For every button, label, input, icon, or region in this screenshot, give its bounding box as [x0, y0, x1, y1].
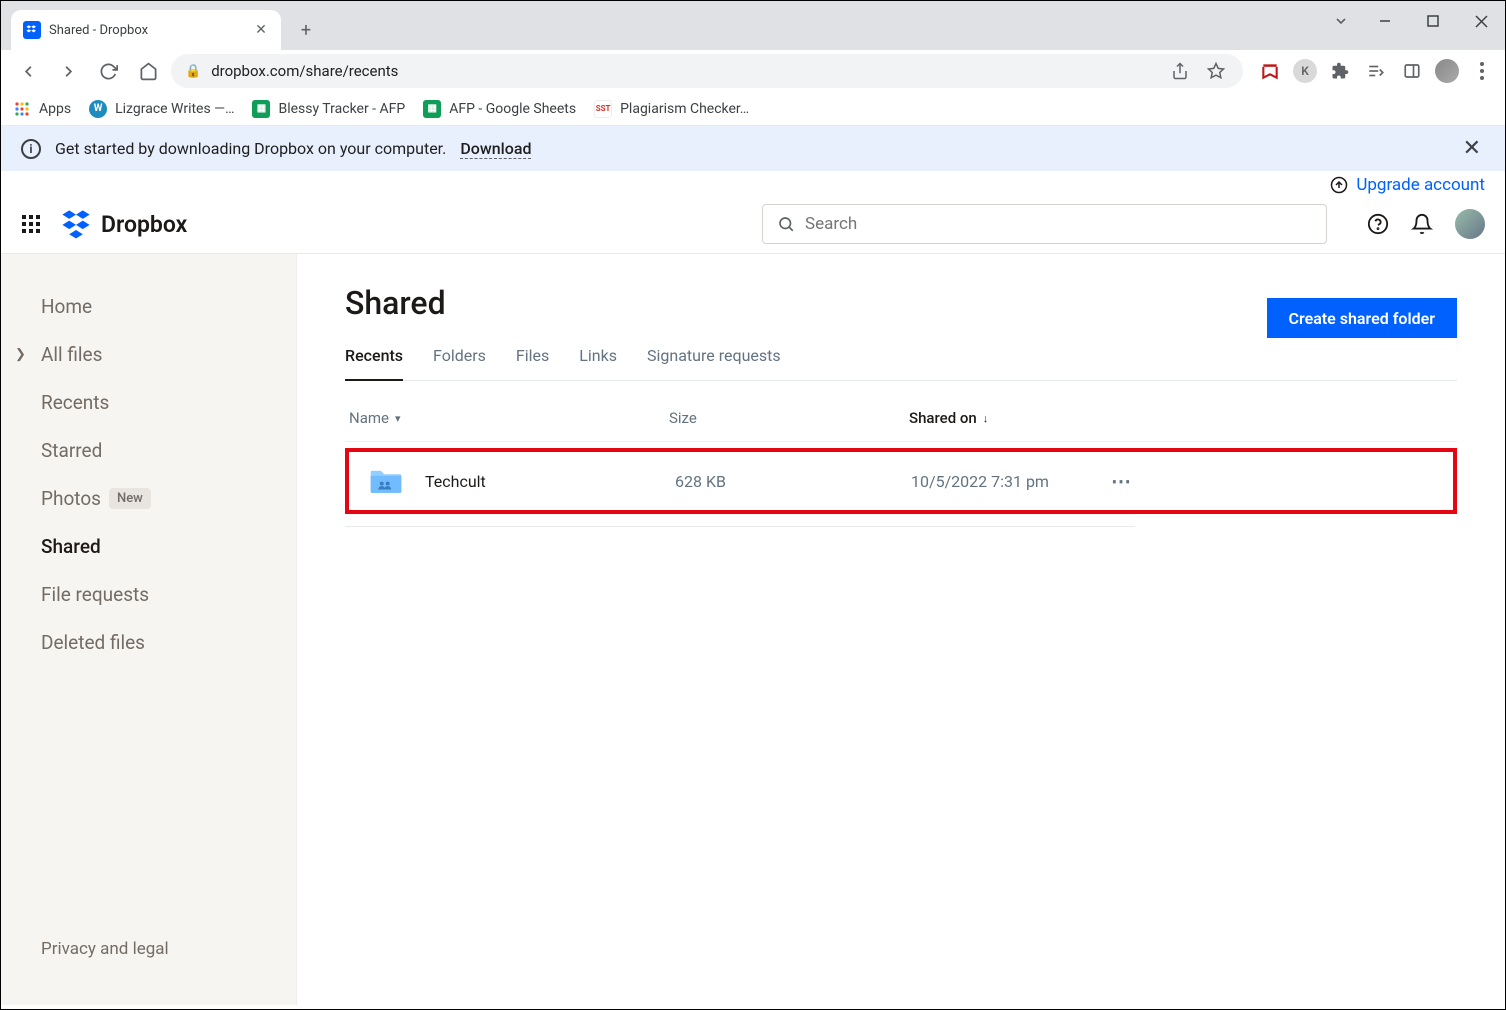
maximize-button[interactable] [1409, 1, 1457, 41]
browser-tab[interactable]: Shared - Dropbox ✕ [11, 10, 281, 50]
dropbox-logo[interactable]: Dropbox [59, 207, 187, 241]
column-shared-on[interactable]: Shared on↓ [909, 409, 1129, 427]
url-text: dropbox.com/share/recents [211, 62, 1157, 80]
table-row[interactable]: Techcult 628 KB 10/5/2022 7:31 pm ⋯ [351, 454, 1451, 508]
sidebar-item-photos[interactable]: PhotosNew [1, 474, 296, 522]
column-size[interactable]: Size [669, 409, 909, 427]
k-profile-icon[interactable]: K [1293, 59, 1317, 83]
app-header: Dropbox [1, 195, 1505, 253]
help-icon[interactable] [1367, 213, 1389, 235]
back-button[interactable] [11, 54, 45, 88]
download-banner: i Get started by downloading Dropbox on … [1, 126, 1505, 171]
sidebar-item-recents[interactable]: Recents [1, 378, 296, 426]
app-grid-icon[interactable] [21, 214, 41, 234]
dropbox-favicon [23, 21, 41, 39]
tab-recents[interactable]: Recents [345, 346, 403, 381]
reading-list-icon[interactable] [1363, 58, 1389, 84]
sheets-icon: ▦ [252, 100, 270, 118]
tab-files[interactable]: Files [516, 346, 549, 380]
banner-text: Get started by downloading Dropbox on yo… [55, 139, 446, 158]
reload-button[interactable] [91, 54, 125, 88]
home-button[interactable] [131, 54, 165, 88]
row-shared-on: 10/5/2022 7:31 pm [911, 472, 1111, 491]
download-link[interactable]: Download [460, 139, 531, 159]
row-more-icon[interactable]: ⋯ [1111, 469, 1151, 493]
search-input[interactable] [805, 214, 1312, 234]
brand-text: Dropbox [101, 211, 187, 238]
row-name: Techcult [425, 472, 486, 491]
url-input[interactable]: 🔒 dropbox.com/share/recents [171, 54, 1243, 88]
new-badge: New [109, 488, 151, 509]
bookmark-apps[interactable]: Apps [13, 100, 71, 118]
sidebar-item-all-files[interactable]: ❯All files [1, 330, 296, 378]
dropbox-icon [59, 207, 93, 241]
apps-grid-icon [13, 100, 31, 118]
main-content: Shared Create shared folder Recents Fold… [297, 254, 1505, 1005]
share-icon[interactable] [1167, 58, 1193, 84]
tab-search-icon[interactable] [1321, 1, 1361, 41]
wordpress-icon: W [89, 100, 107, 118]
sidebar-item-deleted-files[interactable]: Deleted files [1, 618, 296, 666]
chrome-menu-icon[interactable] [1469, 58, 1495, 84]
mcafee-icon[interactable] [1257, 58, 1283, 84]
sidebar-item-starred[interactable]: Starred [1, 426, 296, 474]
row-size: 628 KB [671, 472, 911, 491]
user-avatar[interactable] [1455, 209, 1485, 239]
info-icon: i [21, 139, 41, 159]
browser-tab-strip: Shared - Dropbox ✕ + [1, 1, 1505, 50]
sheets-icon: ▦ [423, 100, 441, 118]
upgrade-icon [1330, 176, 1348, 194]
address-bar: 🔒 dropbox.com/share/recents K [1, 50, 1505, 92]
search-box[interactable] [762, 204, 1327, 244]
star-icon[interactable] [1203, 58, 1229, 84]
sidebar-item-file-requests[interactable]: File requests [1, 570, 296, 618]
content-tabs: Recents Folders Files Links Signature re… [345, 346, 1457, 381]
extensions-icon[interactable] [1327, 58, 1353, 84]
bookmark-plagiarism[interactable]: SST Plagiarism Checker… [594, 100, 749, 118]
lock-icon: 🔒 [185, 64, 201, 79]
sidebar-item-shared[interactable]: Shared [1, 522, 296, 570]
sort-down-icon: ▾ [395, 412, 401, 425]
tab-title: Shared - Dropbox [49, 23, 245, 38]
tab-links[interactable]: Links [579, 346, 617, 380]
upgrade-row: Upgrade account [1, 171, 1505, 195]
row-divider [345, 526, 1135, 527]
bookmark-afp[interactable]: ▦ AFP - Google Sheets [423, 100, 576, 118]
bookmark-blessy[interactable]: ▦ Blessy Tracker - AFP [252, 100, 405, 118]
column-name[interactable]: Name▾ [349, 409, 669, 427]
new-tab-button[interactable]: + [291, 15, 321, 45]
create-shared-folder-button[interactable]: Create shared folder [1267, 298, 1457, 338]
tab-folders[interactable]: Folders [433, 346, 486, 380]
bookmark-lizgrace[interactable]: W Lizgrace Writes —… [89, 100, 234, 118]
upgrade-link[interactable]: Upgrade account [1356, 175, 1485, 195]
sort-down-icon: ↓ [983, 412, 989, 425]
shared-folder-icon [369, 467, 403, 495]
tab-signature-requests[interactable]: Signature requests [647, 346, 781, 380]
sidebar: Home ❯All files Recents Starred PhotosNe… [1, 254, 297, 1005]
highlighted-row: Techcult 628 KB 10/5/2022 7:31 pm ⋯ [345, 448, 1457, 514]
side-panel-icon[interactable] [1399, 58, 1425, 84]
sidebar-footer-link[interactable]: Privacy and legal [1, 939, 296, 977]
sidebar-item-home[interactable]: Home [1, 282, 296, 330]
chevron-right-icon: ❯ [15, 347, 26, 362]
close-tab-icon[interactable]: ✕ [253, 22, 269, 38]
chrome-profile-avatar[interactable] [1435, 59, 1459, 83]
sst-icon: SST [594, 100, 612, 118]
minimize-button[interactable] [1361, 1, 1409, 41]
close-window-button[interactable] [1457, 1, 1505, 41]
notifications-icon[interactable] [1411, 213, 1433, 235]
search-icon [777, 215, 795, 233]
banner-close-icon[interactable]: ✕ [1459, 132, 1485, 165]
bookmarks-bar: Apps W Lizgrace Writes —… ▦ Blessy Track… [1, 92, 1505, 126]
forward-button[interactable] [51, 54, 85, 88]
table-header: Name▾ Size Shared on↓ [345, 409, 1457, 442]
